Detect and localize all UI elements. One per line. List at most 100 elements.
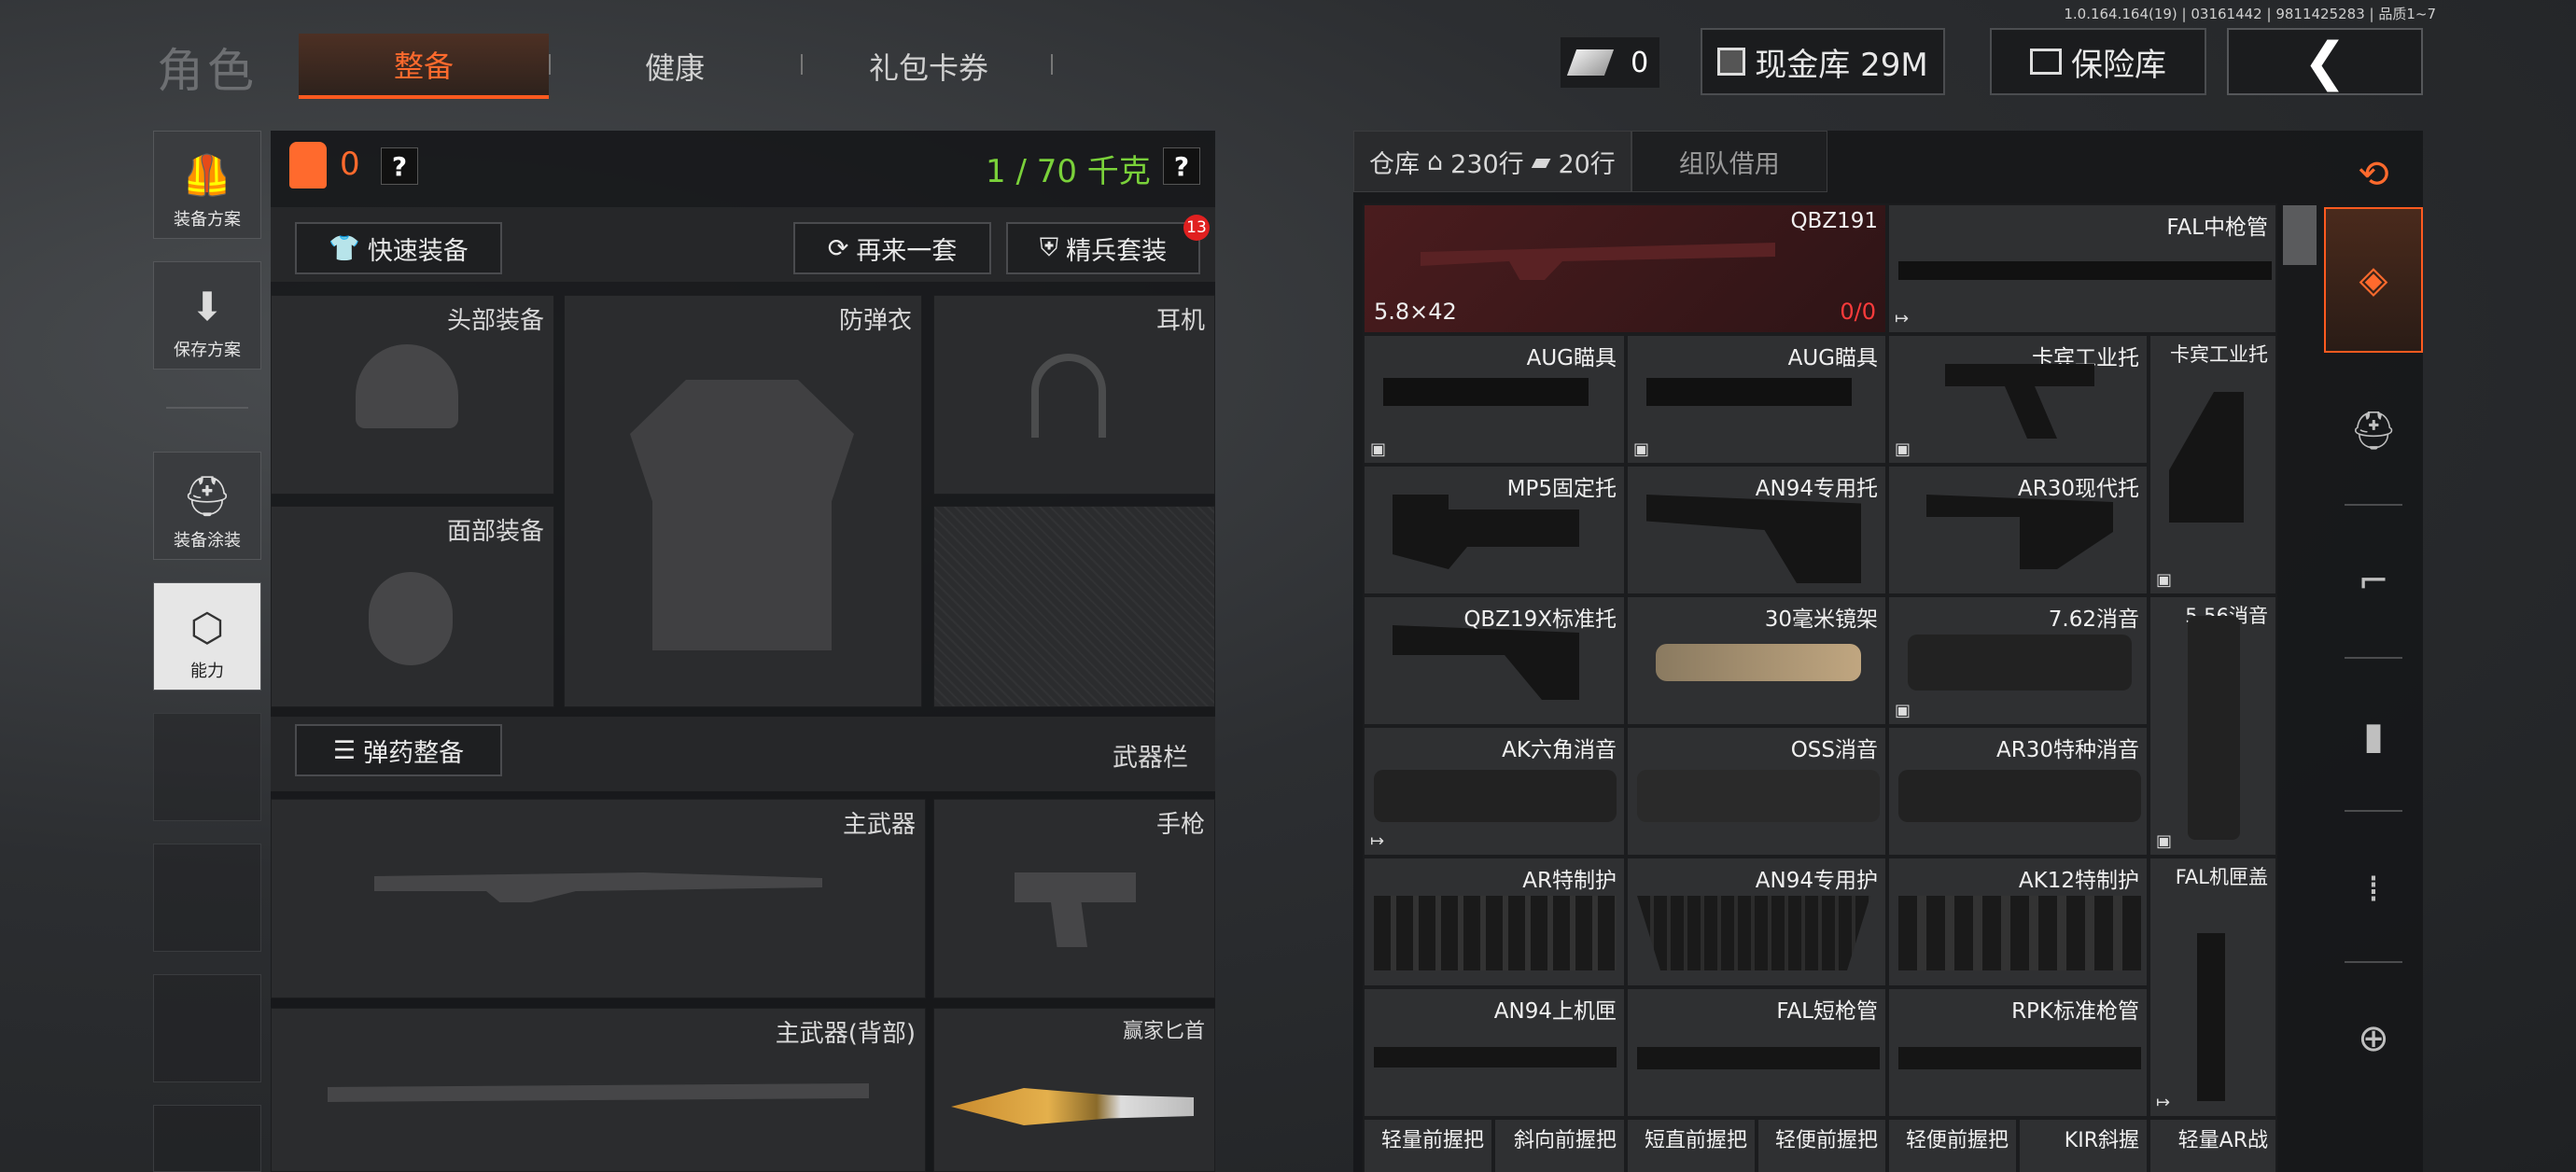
magazine-icon[interactable]: ▮	[2324, 687, 2423, 786]
inventory-item[interactable]: 5.56消音 ▣	[2149, 595, 2277, 857]
inventory-item[interactable]: QBZ19X标准托	[1363, 595, 1626, 726]
inventory-item[interactable]: AN94上机匣	[1363, 987, 1626, 1118]
knife-icon	[951, 1088, 1194, 1125]
stock-icon	[1393, 495, 1579, 569]
bullets-icon[interactable]: ⁞	[2324, 840, 2423, 939]
rail-divider	[2345, 504, 2402, 506]
barrel-icon	[1637, 1047, 1880, 1069]
inventory-item[interactable]: QBZ191 5.8×42 0/0	[1363, 203, 1887, 334]
inventory-scrollbar[interactable]	[2283, 205, 2317, 265]
suppressor-icon	[1637, 770, 1880, 822]
back-button[interactable]: ❮	[2227, 28, 2423, 95]
inventory-item[interactable]: AN94专用护	[1626, 857, 1887, 987]
tab-health[interactable]: 健康	[567, 34, 782, 99]
quick-equip-button[interactable]: 👕 快速装备	[295, 222, 502, 274]
inventory-item[interactable]: RPK标准枪管	[1887, 987, 2149, 1118]
inventory-item[interactable]: 轻便前握把	[1757, 1118, 1887, 1172]
helmet-icon[interactable]: ⛑	[2324, 381, 2423, 480]
sidebar-item-label: 保存方案	[174, 341, 241, 360]
safe-icon	[2030, 49, 2062, 75]
ammo-prep-button[interactable]: ☰ 弹药整备	[295, 724, 502, 776]
inventory-item[interactable]: AK六角消音 ↦	[1363, 726, 1626, 857]
shirt-icon: 👕	[329, 234, 360, 263]
inventory-item[interactable]: 30毫米镜架	[1626, 595, 1887, 726]
scope-mount-icon	[1646, 378, 1852, 406]
sidebar-item-paint[interactable]: ⛑ 装备涂装	[153, 452, 261, 560]
stock-icon	[1945, 364, 2094, 439]
barrel-icon	[1898, 261, 2272, 280]
item-name: RPK标准枪管	[2011, 999, 2139, 1024]
layers-icon[interactable]: ◈	[2324, 207, 2423, 353]
stock-icon	[1393, 625, 1579, 700]
headset-slot[interactable]: 耳机	[933, 295, 1215, 495]
item-name: AR特制护	[1522, 869, 1617, 893]
inventory-item[interactable]: AN94专用托	[1626, 465, 1887, 595]
scope-mount-icon	[1383, 378, 1589, 406]
suppressor-icon	[1374, 770, 1617, 822]
safe-vault-button[interactable]: 保险库	[1990, 28, 2206, 95]
inventory-item[interactable]: 轻量AR战	[2149, 1118, 2277, 1172]
receiver-icon	[1374, 1047, 1617, 1067]
slot-label: 耳机	[1155, 307, 1205, 335]
barrel-icon	[1898, 1047, 2141, 1069]
armor-help-icon[interactable]: ?	[381, 147, 418, 185]
inventory-item[interactable]: 卡宾工业托 ▣	[2149, 334, 2277, 595]
helmet-paint-icon: ⛑	[182, 473, 232, 519]
inventory-item[interactable]: FAL中枪管 ↦	[1887, 203, 2277, 334]
chevron-left-icon: ❮	[2303, 31, 2347, 92]
inventory-item[interactable]: AR特制护	[1363, 857, 1626, 987]
tab-gift-cards[interactable]: 礼包卡券	[821, 34, 1036, 99]
vest-slot[interactable]: 防弹衣	[564, 295, 922, 707]
sidebar-item-save-plan[interactable]: ⬇ 保存方案	[153, 261, 261, 370]
item-name: QBZ19X标准托	[1463, 607, 1617, 632]
headset-icon	[1031, 354, 1106, 438]
inventory-item[interactable]: FAL机匣盖 ↦	[2149, 857, 2277, 1118]
scope-icon[interactable]: ⊕	[2324, 989, 2423, 1088]
tab-equip[interactable]: 整备	[299, 34, 549, 99]
inventory-item[interactable]: 轻便前握把	[1887, 1118, 2018, 1172]
tab-warehouse[interactable]: 仓库 ⌂ 230行 ▰ 20行	[1353, 131, 1631, 192]
inventory-item[interactable]: 轻量前握把	[1363, 1118, 1493, 1172]
inventory-item[interactable]: 斜向前握把	[1493, 1118, 1626, 1172]
inventory-item[interactable]: FAL短枪管	[1626, 987, 1887, 1118]
rifle-icon[interactable]: ⌐	[2324, 532, 2423, 631]
stock-icon	[1926, 495, 2113, 569]
sidebar-divider	[166, 407, 248, 409]
slot-label: 主武器	[842, 811, 916, 839]
refresh-icon: ⟳	[827, 233, 849, 263]
elite-set-button[interactable]: ⛨ 精兵套装	[1006, 222, 1200, 274]
inventory-item[interactable]: 7.62消音 ▣	[1887, 595, 2149, 726]
inventory-item[interactable]: AUG瞄具 ▣	[1626, 334, 1887, 465]
inventory-item[interactable]: AR30特种消音	[1887, 726, 2149, 857]
head-gear-slot[interactable]: 头部装备	[271, 295, 554, 495]
weight-help-icon[interactable]: ?	[1163, 147, 1200, 185]
inventory-item[interactable]: AR30现代托	[1887, 465, 2149, 595]
primary-weapon-slot[interactable]: 主武器	[271, 799, 926, 998]
item-name: 卡宾工业托	[2170, 343, 2268, 366]
knife-slot[interactable]: 赢家匕首	[933, 1008, 1215, 1172]
pistol-slot[interactable]: 手枪	[933, 799, 1215, 998]
item-name: 轻便前握把	[1905, 1129, 2009, 1152]
inventory-item[interactable]: OSS消音	[1626, 726, 1887, 857]
item-name: KIR斜握	[2064, 1129, 2139, 1152]
cash-counter[interactable]: 0	[1561, 37, 1659, 88]
sidebar-item-ability[interactable]: ⬡ 能力	[153, 582, 261, 691]
inventory-item[interactable]: AUG瞄具 ▣	[1363, 334, 1626, 465]
primary-back-slot[interactable]: 主武器(背部)	[271, 1008, 926, 1172]
tab-team-borrow[interactable]: 组队借用	[1631, 131, 1827, 192]
inventory-item[interactable]: MP5固定托	[1363, 465, 1626, 595]
inventory-item[interactable]: 短直前握把	[1626, 1118, 1757, 1172]
cash-vault-button[interactable]: 现金库 29M	[1701, 28, 1945, 95]
item-ammo: 0/0	[1840, 299, 1876, 325]
item-name: MP5固定托	[1506, 477, 1617, 501]
sidebar-item-loadout-plan[interactable]: 🦺 装备方案	[153, 131, 261, 239]
inventory-item[interactable]: KIR斜握	[2018, 1118, 2149, 1172]
item-name: AUG瞄具	[1787, 346, 1878, 370]
item-name: AR30特种消音	[1996, 738, 2139, 762]
item-name: AK六角消音	[1502, 738, 1617, 762]
face-gear-slot[interactable]: 面部装备	[271, 506, 554, 707]
item-name: 轻量前握把	[1380, 1129, 1484, 1152]
redo-set-button[interactable]: ⟳ 再来一套	[793, 222, 991, 274]
inventory-item[interactable]: AK12特制护	[1887, 857, 2149, 987]
inventory-item[interactable]: 卡宾工业托 ▣	[1887, 334, 2149, 465]
